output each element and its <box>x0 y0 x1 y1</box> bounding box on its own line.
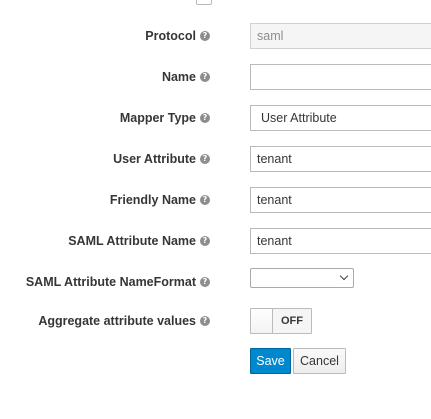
friendly-name-input[interactable] <box>250 187 431 213</box>
protocol-label-group: Protocol ? <box>145 23 210 49</box>
saml-attribute-name-label: SAML Attribute Name <box>68 234 196 248</box>
name-label-group: Name ? <box>162 64 210 90</box>
protocol-row: Protocol ? <box>0 23 431 49</box>
mapper-type-row: Mapper Type ? User Attribute <box>0 105 431 131</box>
protocol-input <box>250 23 431 49</box>
question-circle-icon[interactable]: ? <box>200 154 210 164</box>
mapper-type-value: User Attribute <box>250 105 431 131</box>
question-circle-icon[interactable]: ? <box>200 72 210 82</box>
save-button[interactable]: Save <box>250 348 291 374</box>
mapper-type-label: Mapper Type <box>119 111 196 125</box>
aggregate-attribute-values-label-group: Aggregate attribute values ? <box>38 308 210 334</box>
aggregate-attribute-values-row: Aggregate attribute values ? <box>0 308 431 334</box>
aggregate-attribute-values-label: Aggregate attribute values <box>38 314 196 328</box>
question-circle-icon[interactable]: ? <box>200 236 210 246</box>
cancel-button[interactable]: Cancel <box>293 348 346 374</box>
protocol-label: Protocol <box>145 29 196 43</box>
question-circle-icon[interactable]: ? <box>200 277 210 287</box>
toggle-state-label: OFF <box>273 309 311 333</box>
friendly-name-row: Friendly Name ? <box>0 187 431 213</box>
question-circle-icon[interactable]: ? <box>200 113 210 123</box>
friendly-name-label: Friendly Name <box>109 193 196 207</box>
name-label: Name <box>161 70 196 84</box>
name-input[interactable] <box>250 64 431 90</box>
saml-attribute-name-input[interactable] <box>250 228 431 254</box>
user-attribute-label: User Attribute <box>113 152 196 166</box>
aggregate-attribute-values-toggle[interactable]: OFF <box>250 308 312 334</box>
user-attribute-label-group: User Attribute ? <box>113 146 210 172</box>
saml-attribute-nameformat-select[interactable] <box>250 268 354 288</box>
saml-attribute-nameformat-label-group: SAML Attribute NameFormat ? <box>26 269 210 295</box>
friendly-name-label-group: Friendly Name ? <box>110 187 210 213</box>
saml-attribute-name-label-group: SAML Attribute Name ? <box>68 228 210 254</box>
name-row: Name ? <box>0 64 431 90</box>
saml-attribute-nameformat-label: SAML Attribute NameFormat <box>25 275 196 289</box>
question-circle-icon[interactable]: ? <box>200 316 210 326</box>
saml-attribute-name-row: SAML Attribute Name ? <box>0 228 431 254</box>
user-attribute-input[interactable] <box>250 146 431 172</box>
question-circle-icon[interactable]: ? <box>200 195 210 205</box>
question-circle-icon[interactable]: ? <box>200 31 210 41</box>
mapper-type-label-group: Mapper Type ? <box>120 105 210 131</box>
saml-attribute-nameformat-row: SAML Attribute NameFormat ? <box>0 269 431 295</box>
top-partial-element <box>196 0 212 5</box>
toggle-handle[interactable] <box>251 309 273 333</box>
user-attribute-row: User Attribute ? <box>0 146 431 172</box>
chevron-down-icon <box>339 271 349 281</box>
